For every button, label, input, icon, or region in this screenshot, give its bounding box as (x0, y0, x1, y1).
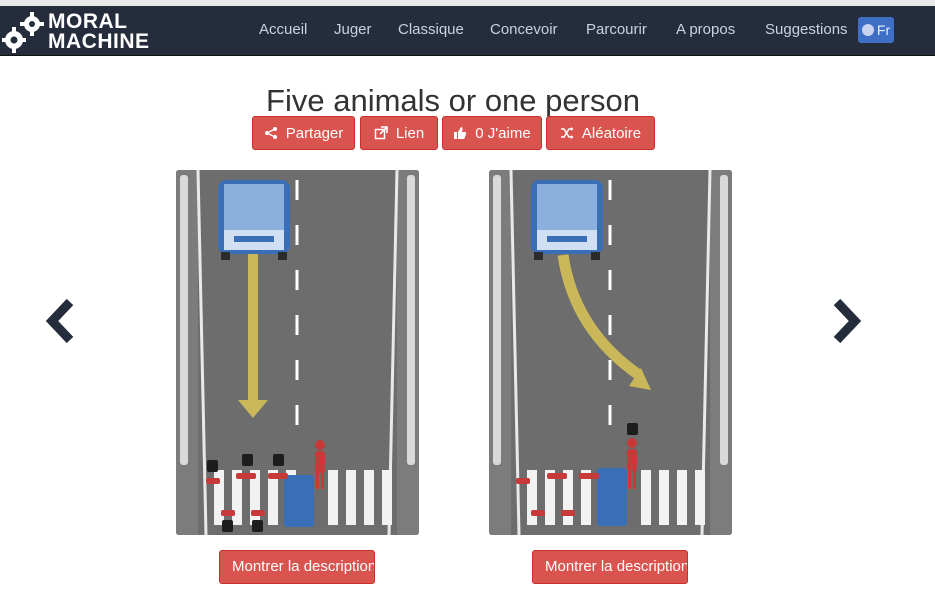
barrier-block (597, 468, 627, 526)
nav-item-a-propos[interactable]: A propos (676, 6, 735, 55)
barrier-left (493, 175, 501, 465)
barrier-right (407, 175, 415, 465)
external-link-icon (374, 126, 388, 140)
next-scenario-button[interactable] (830, 298, 864, 344)
left-show-description-button[interactable]: Montrer la description (219, 550, 375, 584)
nav-item-suggestions[interactable]: Suggestions (765, 6, 848, 55)
globe-icon (861, 24, 874, 36)
shuffle-icon (560, 127, 574, 139)
barrier-right (720, 175, 728, 465)
option-left-scenario[interactable] (176, 170, 419, 535)
brand-line-1: MORAL (48, 10, 128, 33)
scenario-title: Five animals or one person (266, 82, 640, 118)
language-selector[interactable]: Fr (858, 17, 894, 43)
share-label: Partager (285, 124, 344, 142)
autonomous-car (531, 180, 603, 260)
share-icon (264, 127, 277, 139)
barrier-left (180, 175, 188, 465)
brand-line-2: MACHINE (48, 30, 150, 53)
link-label: Lien (395, 124, 425, 142)
chevron-right-icon (833, 298, 862, 344)
nav-item-accueil[interactable]: Accueil (259, 6, 307, 55)
previous-scenario-button[interactable] (43, 298, 77, 344)
like-label: 0 J'aime (475, 124, 531, 142)
random-label: Aléatoire (581, 124, 642, 142)
top-navbar: MORAL MACHINE Accueil Juger Classique Co… (0, 6, 935, 56)
option-left-illustration (176, 170, 419, 535)
option-right-illustration (489, 170, 732, 535)
link-button[interactable]: Lien (360, 116, 438, 150)
chevron-left-icon (45, 298, 74, 344)
like-button[interactable]: 0 J'aime (442, 116, 542, 150)
death-skull-marker (627, 423, 638, 435)
autonomous-car (218, 180, 290, 260)
share-button[interactable]: Partager (252, 116, 355, 150)
nav-item-parcourir[interactable]: Parcourir (586, 6, 647, 55)
option-right-scenario[interactable] (489, 170, 732, 535)
barrier-block (284, 475, 314, 527)
language-label: Fr (876, 22, 891, 38)
nav-item-concevoir[interactable]: Concevoir (490, 6, 558, 55)
brand-logo[interactable]: MORAL MACHINE (0, 10, 150, 54)
nav-item-classique[interactable]: Classique (398, 6, 464, 55)
random-button[interactable]: Aléatoire (546, 116, 655, 150)
right-show-description-button[interactable]: Montrer la description (532, 550, 688, 584)
thumbs-up-icon (454, 127, 467, 139)
nav-item-juger[interactable]: Juger (334, 6, 372, 55)
gear-logo-icon (2, 12, 44, 53)
